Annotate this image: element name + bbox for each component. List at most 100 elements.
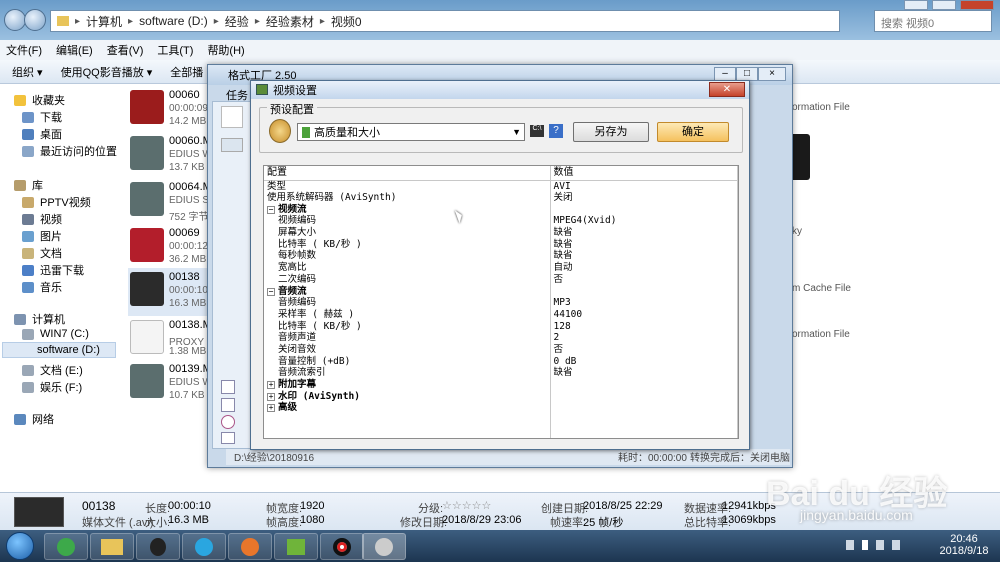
nav-docs[interactable]: 文档 (22, 245, 62, 261)
grid-row[interactable]: 屏幕大小 缺省 (264, 226, 738, 239)
setting-value[interactable]: MP3 (550, 296, 738, 309)
setting-value[interactable] (550, 378, 738, 391)
collapse-icon[interactable]: − (267, 287, 275, 296)
taskbar-app-iqiyi[interactable] (274, 533, 318, 560)
nav-downloads[interactable]: 下载 (22, 109, 62, 125)
grid-row[interactable]: 使用系统解码器 (AviSynth) 关闭 (264, 191, 738, 204)
nav-music[interactable]: 音乐 (22, 279, 62, 295)
menu-tools[interactable]: 工具(T) (157, 42, 193, 58)
address-bar[interactable]: ▸ 计算机 ▸ software (D:) ▸ 经验 ▸ 经验素材 ▸ 视频0 (50, 10, 840, 32)
close-icon[interactable]: × (758, 67, 786, 81)
expand-icon[interactable]: + (267, 392, 275, 401)
breadcrumb-item[interactable]: 计算机 (86, 13, 122, 30)
grid-row[interactable]: + 水印 (AviSynth) (264, 390, 738, 403)
music-icon[interactable] (221, 380, 235, 394)
flag-icon[interactable] (876, 540, 884, 550)
nav-pptv[interactable]: PPTV视频 (22, 194, 91, 210)
setting-value[interactable]: 44100 (550, 308, 738, 321)
grid-row[interactable]: 宽高比 自动 (264, 261, 738, 274)
nav-drive-e[interactable]: 文档 (E:) (22, 362, 83, 378)
grid-row[interactable]: − 音频流 (264, 285, 738, 297)
list-item[interactable]: 00139.MT EDIUS W 10.7 KB (128, 360, 219, 408)
shutdown-option[interactable]: 转换完成后：关闭电脑 (690, 449, 790, 464)
setting-value[interactable] (550, 203, 738, 216)
organize-button[interactable]: 组织 ▾ (12, 64, 43, 80)
picture-icon[interactable] (221, 398, 235, 412)
taskbar-app-qq[interactable] (136, 533, 180, 560)
grid-row[interactable]: 音频编码 MP3 (264, 296, 738, 309)
breadcrumb-item[interactable]: software (D:) (139, 14, 208, 28)
maximize-icon[interactable] (932, 0, 956, 10)
preset-select[interactable]: 高质量和大小 ▼ (297, 123, 525, 141)
nav-drive-c[interactable]: WIN7 (C:) (22, 328, 89, 340)
collapse-icon[interactable]: − (267, 205, 275, 214)
setting-value[interactable] (550, 390, 738, 403)
ff-tool-icon[interactable] (221, 138, 243, 152)
forward-icon[interactable] (24, 9, 46, 31)
document-icon[interactable] (221, 432, 235, 444)
setting-value[interactable] (550, 402, 738, 414)
grid-row[interactable]: − 视频流 (264, 203, 738, 216)
nav-drive-d[interactable]: software (D:) (2, 342, 116, 358)
setting-value[interactable]: 缺省 (550, 238, 738, 251)
menu-file[interactable]: 文件(F) (6, 42, 42, 58)
taskbar-app-player[interactable] (182, 533, 226, 560)
taskbar-app-recorder[interactable] (320, 533, 364, 560)
grid-row[interactable]: 比特率 ( KB/秒 ) 缺省 (264, 238, 738, 251)
nav-pictures[interactable]: 图片 (22, 228, 62, 244)
grid-row[interactable]: 音量控制 (+dB) 0 dB (264, 355, 738, 367)
setting-value[interactable]: 否 (550, 343, 738, 356)
setting-value[interactable]: 缺省 (550, 250, 738, 262)
nav-network[interactable]: 网络 (14, 411, 54, 427)
list-item[interactable]: 00138.MT PROXY 文 1.38 MB (128, 316, 219, 364)
nav-libraries[interactable]: 库 (14, 177, 43, 193)
start-button[interactable] (6, 532, 34, 560)
breadcrumb-item[interactable]: 视频0 (331, 13, 362, 30)
nav-xunlei[interactable]: 迅雷下载 (22, 262, 84, 278)
list-item[interactable]: 00060 00:00:09 14.2 MB (128, 86, 218, 134)
menu-help[interactable]: 帮助(H) (207, 42, 244, 58)
battery-icon[interactable] (862, 540, 868, 550)
taskbar-app-explorer[interactable] (90, 533, 134, 560)
minimize-icon[interactable]: – (714, 67, 736, 81)
taskbar-app-formatfactory[interactable] (362, 533, 406, 560)
network-icon[interactable] (892, 540, 900, 550)
setting-value[interactable]: 否 (550, 273, 738, 286)
expand-icon[interactable]: + (267, 381, 275, 390)
tray-up-icon[interactable] (846, 540, 854, 550)
grid-row[interactable]: 关闭音效 否 (264, 343, 738, 356)
grid-row[interactable]: 视频编码 MPEG4(Xvid) (264, 215, 738, 227)
setting-value[interactable]: 自动 (550, 261, 738, 274)
nav-favorites[interactable]: 收藏夹 (14, 92, 65, 108)
grid-row[interactable]: 比特率 ( KB/秒 ) 128 (264, 320, 738, 332)
playall-button[interactable]: 全部播 (170, 64, 203, 80)
close-icon[interactable] (960, 0, 994, 10)
taskbar-app-firefox[interactable] (228, 533, 272, 560)
list-item[interactable]: 00138 00:00:10 16.3 MB (128, 268, 218, 316)
setting-value[interactable] (550, 285, 738, 297)
setting-value[interactable]: AVI (550, 180, 738, 192)
nav-computer[interactable]: 计算机 (14, 311, 65, 327)
expand-icon[interactable]: + (267, 404, 275, 413)
grid-row[interactable]: 类型 AVI (264, 180, 738, 192)
menu-view[interactable]: 查看(V) (107, 42, 144, 58)
taskbar-app-360[interactable] (44, 533, 88, 560)
setting-value[interactable]: 缺省 (550, 226, 738, 239)
setting-value[interactable]: 缺省 (550, 367, 738, 379)
nav-videos[interactable]: 视频 (22, 211, 62, 227)
grid-row[interactable]: 采样率 ( 赫兹 ) 44100 (264, 308, 738, 321)
help-icon[interactable]: ? (549, 124, 563, 138)
breadcrumb-item[interactable]: 经验 (225, 13, 249, 30)
grid-row[interactable]: + 附加字幕 (264, 378, 738, 391)
save-as-button[interactable]: 另存为 (573, 122, 649, 142)
setting-value[interactable]: 关闭 (550, 191, 738, 204)
close-button[interactable]: ✕ (709, 82, 745, 97)
ff-tool-icon[interactable] (221, 106, 243, 128)
ok-button[interactable]: 确定 (657, 122, 729, 142)
setting-value[interactable]: 2 (550, 331, 738, 344)
grid-row[interactable]: + 高级 (264, 402, 738, 414)
disc-icon[interactable] (221, 415, 235, 429)
minimize-icon[interactable] (904, 0, 928, 10)
cmd-icon[interactable]: C:\ (530, 125, 544, 137)
nav-recent[interactable]: 最近访问的位置 (22, 143, 117, 159)
